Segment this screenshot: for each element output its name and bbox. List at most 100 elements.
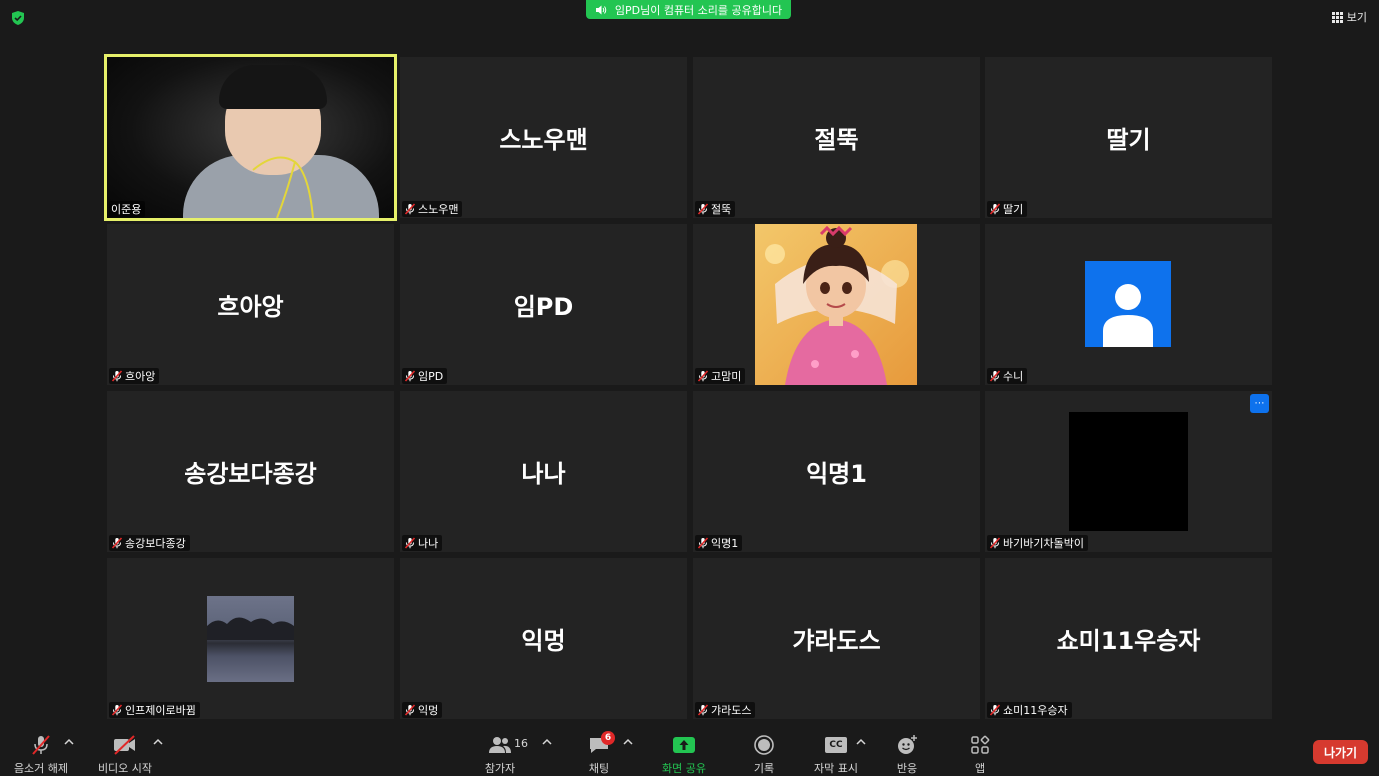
- participant-tile[interactable]: 임PD 임PD: [400, 224, 687, 385]
- participant-tile[interactable]: ⋯ 바기바기차돌박이: [985, 391, 1272, 552]
- share-screen-button[interactable]: 화면 공유: [656, 734, 712, 776]
- apps-icon: [967, 734, 993, 756]
- participant-name-label: 딸기: [987, 201, 1028, 217]
- participant-tile[interactable]: 익멍 익멍: [400, 558, 687, 719]
- start-video-button[interactable]: 비디오 시작: [94, 734, 156, 776]
- participant-gallery: 이준용 스노우맨 스노우맨 절뚝 절뚝 딸기 딸기 흐아앙 흐아앙 임PD 임PD 고맘미 수니 송강보다…: [0, 0, 1379, 776]
- chat-label: 채팅: [588, 762, 610, 775]
- participants-options-chevron-up-icon[interactable]: [542, 738, 552, 746]
- more-dots-icon: ⋯: [1254, 398, 1265, 409]
- mic-muted-icon: [28, 734, 54, 756]
- reactions-label: 반응: [896, 762, 918, 775]
- participant-name: 임PD: [418, 370, 444, 383]
- participant-name-label: 절뚝: [695, 201, 736, 217]
- participant-tile[interactable]: 딸기 딸기: [985, 57, 1272, 218]
- captions-label: 자막 표시: [814, 762, 858, 775]
- mic-muted-icon: [697, 537, 709, 549]
- chat-options-chevron-up-icon[interactable]: [623, 738, 633, 746]
- participant-name-label: 스노우맨: [402, 201, 463, 217]
- participant-tile[interactable]: 흐아앙 흐아앙: [107, 224, 394, 385]
- record-button[interactable]: 기록: [744, 734, 784, 776]
- start-video-label: 비디오 시작: [97, 762, 153, 775]
- participant-tile[interactable]: 수니: [985, 224, 1272, 385]
- meeting-toolbar: 음소거 해제 비디오 시작 참가자 16 채팅 6 화면 공유 기록 CC 자막…: [0, 728, 1379, 776]
- participant-name: 인프제이로바뀜: [125, 704, 196, 717]
- participant-tile[interactable]: 스노우맨 스노우맨: [400, 57, 687, 218]
- participant-name: 고맘미: [711, 370, 742, 383]
- participant-name-label: 익멍: [402, 702, 443, 718]
- leave-button[interactable]: 나가기: [1313, 740, 1368, 764]
- mic-muted-icon: [989, 537, 1001, 549]
- chat-unread-badge: 6: [601, 731, 615, 745]
- participant-display-name: 딸기: [1106, 126, 1151, 154]
- participant-tile[interactable]: 갸라도스 갸라도스: [693, 558, 980, 719]
- share-screen-label: 화면 공유: [662, 762, 706, 775]
- cc-icon: CC: [823, 734, 849, 756]
- zoom-meeting-window: 임PD님이 컴퓨터 소리를 공유합니다 보기 이준용 스노우맨 스노우맨 절뚝 절뚝 딸기…: [0, 0, 1379, 776]
- participant-name-label: 흐아앙: [109, 368, 160, 384]
- cc-icon-text: CC: [825, 737, 847, 753]
- participant-name-label: 수니: [987, 368, 1028, 384]
- participant-name-label: 임PD: [402, 368, 448, 384]
- participant-name-label: 고맘미: [695, 368, 746, 384]
- participant-name: 익명1: [711, 537, 739, 550]
- participant-name: 쇼미11우승자: [1003, 704, 1068, 717]
- participant-display-name: 갸라도스: [792, 627, 881, 655]
- record-label: 기록: [753, 762, 775, 775]
- mic-muted-icon: [697, 370, 709, 382]
- participant-display-name: 나나: [521, 460, 566, 488]
- participant-name: 바기바기차돌박이: [1003, 537, 1084, 550]
- people-icon: [487, 734, 513, 756]
- participant-name-label: 쇼미11우승자: [987, 702, 1072, 718]
- emoji-icon: [894, 734, 920, 756]
- participant-display-name: 익멍: [521, 627, 566, 655]
- video-options-chevron-up-icon[interactable]: [153, 738, 163, 746]
- mic-muted-icon: [404, 370, 416, 382]
- participant-name-label: 바기바기차돌박이: [987, 535, 1088, 551]
- participant-tile[interactable]: 익명1 익명1: [693, 391, 980, 552]
- participant-name: 수니: [1003, 370, 1024, 383]
- unmute-button[interactable]: 음소거 해제: [10, 734, 72, 776]
- apps-button[interactable]: 앱: [960, 734, 1000, 776]
- participant-tile[interactable]: 쇼미11우승자 쇼미11우승자: [985, 558, 1272, 719]
- participant-name: 나나: [418, 537, 439, 550]
- profile-picture: [207, 596, 294, 682]
- participant-tile[interactable]: 인프제이로바뀜: [107, 558, 394, 719]
- participant-name: 절뚝: [711, 203, 732, 216]
- unmute-options-chevron-up-icon[interactable]: [64, 738, 74, 746]
- participant-tile[interactable]: 이준용: [104, 54, 397, 221]
- participant-name: 이준용: [111, 203, 142, 216]
- participant-tile[interactable]: 나나 나나: [400, 391, 687, 552]
- participants-label: 참가자: [484, 762, 516, 775]
- participant-tile[interactable]: 고맘미: [693, 224, 980, 385]
- record-icon: [751, 734, 777, 756]
- more-options-button[interactable]: ⋯: [1250, 394, 1269, 413]
- mic-muted-icon: [989, 203, 1001, 215]
- mic-muted-icon: [404, 537, 416, 549]
- mic-muted-icon: [404, 203, 416, 215]
- video-off-icon: [112, 734, 138, 756]
- mic-muted-icon: [989, 370, 1001, 382]
- participant-name: 흐아앙: [125, 370, 156, 383]
- participant-tile[interactable]: 절뚝 절뚝: [693, 57, 980, 218]
- apps-label: 앱: [974, 762, 986, 775]
- participant-display-name: 흐아앙: [217, 293, 284, 321]
- participant-display-name: 스노우맨: [499, 126, 588, 154]
- participant-display-name: 쇼미11우승자: [1056, 627, 1201, 655]
- participant-display-name: 익명1: [806, 460, 867, 488]
- participant-display-name: 송강보다종강: [184, 460, 317, 488]
- participant-name-label: 갸라도스: [695, 702, 756, 718]
- participant-tile[interactable]: 송강보다종강 송강보다종강: [107, 391, 394, 552]
- reactions-button[interactable]: 반응: [887, 734, 927, 776]
- share-screen-icon: [671, 734, 697, 756]
- participant-name-label: 송강보다종강: [109, 535, 190, 551]
- participant-display-name: 절뚝: [814, 126, 859, 154]
- mic-muted-icon: [697, 704, 709, 716]
- captions-options-chevron-up-icon[interactable]: [856, 738, 866, 746]
- participant-name-label: 익명1: [695, 535, 743, 551]
- profile-picture: [755, 224, 917, 385]
- participant-display-name: 임PD: [513, 293, 574, 321]
- mic-muted-icon: [111, 370, 123, 382]
- participant-name: 익멍: [418, 704, 439, 717]
- participant-name: 갸라도스: [711, 704, 752, 717]
